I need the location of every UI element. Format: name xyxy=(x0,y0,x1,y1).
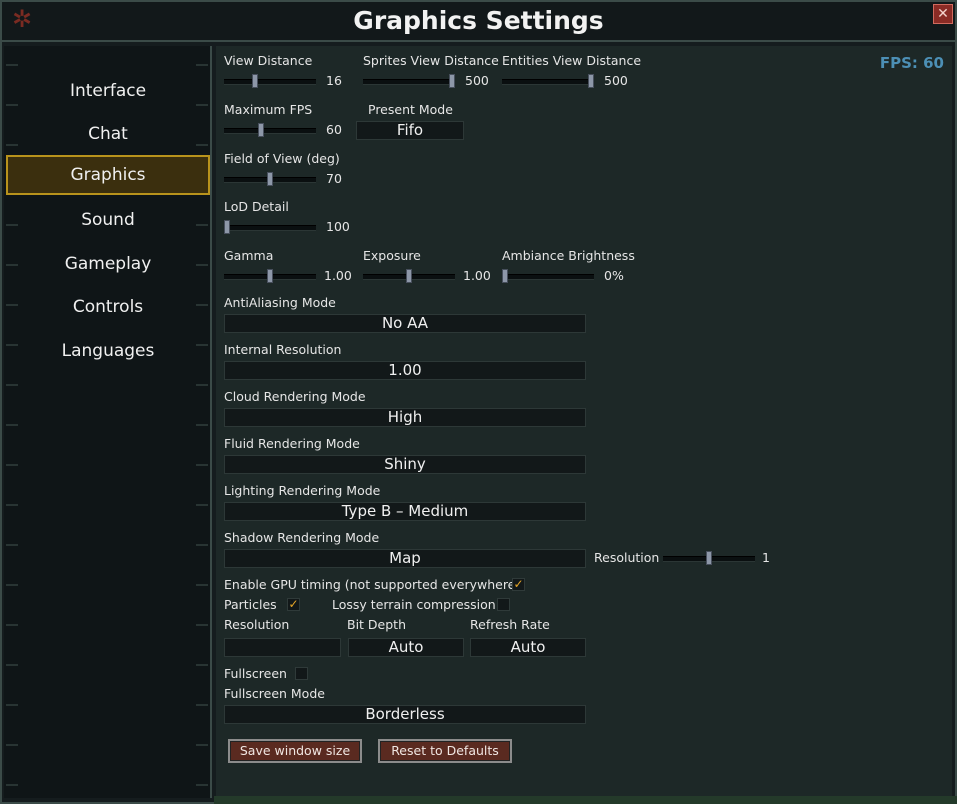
resolution-dropdown[interactable] xyxy=(224,638,341,657)
slider-thumb[interactable] xyxy=(706,551,712,565)
ambiance-brightness-value: 0% xyxy=(604,268,624,283)
slider-track[interactable] xyxy=(224,79,316,85)
shadow-rendering-mode-dropdown[interactable]: Map xyxy=(224,549,586,568)
slider-thumb[interactable] xyxy=(252,74,259,88)
view-distance-value: 16 xyxy=(326,73,342,88)
exposure-value: 1.00 xyxy=(463,268,491,283)
entities-view-distance-value: 500 xyxy=(604,73,628,88)
slider-thumb[interactable] xyxy=(267,172,273,186)
fluid-rendering-mode-label: Fluid Rendering Mode xyxy=(224,436,360,451)
entities-view-distance-slider[interactable] xyxy=(502,74,594,88)
field-of-view-value: 70 xyxy=(326,171,342,186)
lighting-rendering-mode-dropdown[interactable]: Type B – Medium xyxy=(224,502,586,521)
ambiance-brightness-slider[interactable] xyxy=(502,269,594,283)
fullscreen-mode-dropdown[interactable]: Borderless xyxy=(224,705,586,724)
sprites-view-distance-value: 500 xyxy=(465,73,489,88)
shadow-resolution-value: 1 xyxy=(762,550,770,565)
entities-view-distance-label: Entities View Distance xyxy=(502,53,642,68)
slider-thumb[interactable] xyxy=(406,269,412,283)
fullscreen-label: Fullscreen xyxy=(224,666,287,681)
sidebar-item-chat[interactable]: Chat xyxy=(6,114,210,154)
shadow-resolution-slider[interactable] xyxy=(663,551,755,565)
shadow-rendering-mode-label: Shadow Rendering Mode xyxy=(224,530,380,545)
ambiance-brightness-label: Ambiance Brightness xyxy=(502,248,635,263)
settings-window: ✲ Graphics Settings ✕ Interface Chat Gra… xyxy=(0,0,957,804)
game-hotbar xyxy=(214,796,957,804)
sidebar-item-languages[interactable]: Languages xyxy=(6,331,210,371)
window-title: Graphics Settings xyxy=(353,6,604,35)
slider-thumb[interactable] xyxy=(588,74,594,88)
cloud-rendering-mode-label: Cloud Rendering Mode xyxy=(224,389,366,404)
gpu-timing-checkbox[interactable]: ✓ xyxy=(512,578,525,591)
slider-thumb[interactable] xyxy=(449,74,455,88)
antialiasing-mode-dropdown[interactable]: No AA xyxy=(224,314,586,333)
close-icon[interactable]: ✕ xyxy=(933,4,953,24)
settings-sidebar: Interface Chat Graphics Sound Gameplay C… xyxy=(4,46,212,798)
slider-thumb[interactable] xyxy=(502,269,508,283)
cloud-rendering-mode-dropdown[interactable]: High xyxy=(224,408,586,427)
maximum-fps-slider[interactable] xyxy=(224,123,316,137)
lossy-terrain-label: Lossy terrain compression xyxy=(332,597,496,612)
reset-defaults-button[interactable]: Reset to Defaults xyxy=(378,739,512,763)
resolution-label: Resolution xyxy=(224,617,290,632)
gamma-value: 1.00 xyxy=(324,268,352,283)
view-distance-label: View Distance xyxy=(224,53,313,68)
refresh-rate-label: Refresh Rate xyxy=(470,617,550,632)
lossy-terrain-checkbox[interactable] xyxy=(497,598,510,611)
fullscreen-mode-label: Fullscreen Mode xyxy=(224,686,325,701)
sprites-view-distance-slider[interactable] xyxy=(363,74,455,88)
fluid-rendering-mode-dropdown[interactable]: Shiny xyxy=(224,455,586,474)
sidebar-item-graphics[interactable]: Graphics xyxy=(6,155,210,195)
lod-detail-value: 100 xyxy=(326,219,350,234)
internal-resolution-label: Internal Resolution xyxy=(224,342,342,357)
slider-thumb[interactable] xyxy=(224,220,230,234)
settings-panel: FPS: 60 View Distance 16 Sprites View Di… xyxy=(216,46,952,798)
gpu-timing-label: Enable GPU timing (not supported everywh… xyxy=(224,577,521,592)
maximum-fps-label: Maximum FPS xyxy=(224,102,313,117)
view-distance-slider[interactable] xyxy=(224,74,316,88)
slider-track[interactable] xyxy=(502,274,594,280)
bit-depth-label: Bit Depth xyxy=(347,617,406,632)
antialiasing-mode-label: AntiAliasing Mode xyxy=(224,295,336,310)
lod-detail-label: LoD Detail xyxy=(224,199,289,214)
particles-checkbox[interactable]: ✓ xyxy=(287,598,300,611)
exposure-slider[interactable] xyxy=(363,269,455,283)
slider-track[interactable] xyxy=(502,79,594,85)
maximum-fps-value: 60 xyxy=(326,122,342,137)
gamma-label: Gamma xyxy=(224,248,274,263)
gamma-slider[interactable] xyxy=(224,269,316,283)
present-mode-dropdown[interactable]: Fifo xyxy=(356,121,464,140)
shadow-resolution-label: Resolution xyxy=(594,550,660,565)
fullscreen-checkbox[interactable] xyxy=(295,667,308,680)
slider-track[interactable] xyxy=(363,79,455,85)
bit-depth-dropdown[interactable]: Auto xyxy=(348,638,464,657)
gear-icon: ✲ xyxy=(11,5,33,33)
lod-detail-slider[interactable] xyxy=(224,220,316,234)
title-bar: ✲ Graphics Settings ✕ xyxy=(2,2,955,42)
save-window-size-button[interactable]: Save window size xyxy=(228,739,362,763)
sidebar-item-sound[interactable]: Sound xyxy=(6,200,210,240)
internal-resolution-dropdown[interactable]: 1.00 xyxy=(224,361,586,380)
sidebar-item-interface[interactable]: Interface xyxy=(6,71,210,111)
present-mode-label: Present Mode xyxy=(368,102,453,117)
field-of-view-slider[interactable] xyxy=(224,172,316,186)
sidebar-item-gameplay[interactable]: Gameplay xyxy=(6,244,210,284)
fps-counter: FPS: 60 xyxy=(879,54,944,72)
slider-thumb[interactable] xyxy=(257,123,264,137)
slider-track[interactable] xyxy=(224,225,316,231)
sidebar-item-controls[interactable]: Controls xyxy=(6,287,210,327)
slider-track[interactable] xyxy=(224,128,316,134)
sprites-view-distance-label: Sprites View Distance xyxy=(363,53,499,68)
refresh-rate-dropdown[interactable]: Auto xyxy=(470,638,586,657)
slider-thumb[interactable] xyxy=(267,269,273,283)
particles-label: Particles xyxy=(224,597,277,612)
field-of-view-label: Field of View (deg) xyxy=(224,151,340,166)
lighting-rendering-mode-label: Lighting Rendering Mode xyxy=(224,483,381,498)
exposure-label: Exposure xyxy=(363,248,421,263)
